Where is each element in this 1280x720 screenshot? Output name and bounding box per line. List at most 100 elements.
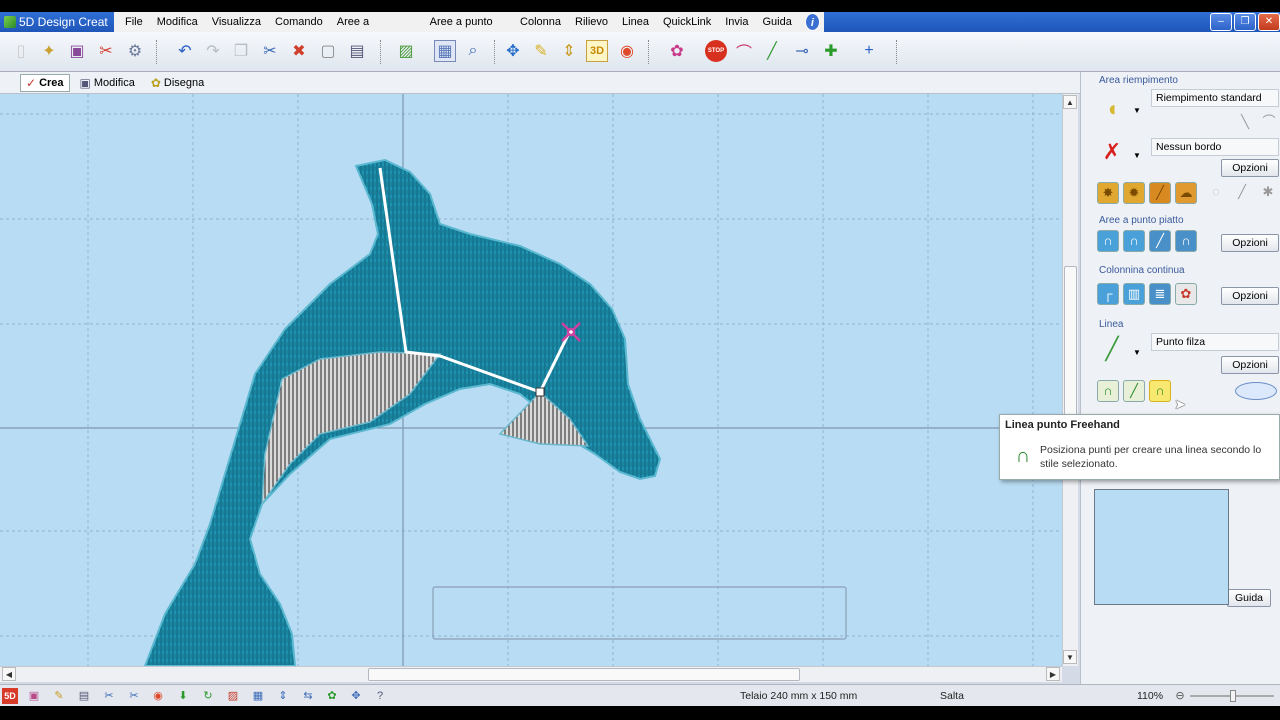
status-help-icon[interactable]: ? xyxy=(372,688,388,704)
shape-icon[interactable]: ▢ xyxy=(317,40,339,62)
status-tool-4-icon[interactable]: ✂ xyxy=(101,688,117,704)
tab-crea[interactable]: ✓ Crea xyxy=(20,73,70,92)
curve-icon[interactable]: ⌒ xyxy=(1258,112,1280,134)
menu-aree-riempimento[interactable]: Aree a riempimento xyxy=(330,12,423,48)
status-tool-13-icon[interactable]: ✿ xyxy=(324,688,340,704)
column-tool-3-icon[interactable]: ≣ xyxy=(1149,283,1171,305)
line-tool-2-icon[interactable]: ╱ xyxy=(1123,380,1145,402)
fill-tool-2-icon[interactable]: ✹ xyxy=(1123,182,1145,204)
tab-disegna[interactable]: ✿ Disegna xyxy=(145,74,210,92)
maximize-button[interactable]: ❐ xyxy=(1234,13,1256,31)
status-tool-1-icon[interactable]: ▣ xyxy=(26,688,42,704)
status-tool-5-icon[interactable]: ✂ xyxy=(126,688,142,704)
scroll-up-arrow-icon[interactable]: ▲ xyxy=(1063,95,1077,109)
tab-modifica[interactable]: ▣ Modifica xyxy=(74,74,141,92)
ellipse-tool-icon[interactable] xyxy=(1235,382,1277,400)
menu-guida[interactable]: Guida xyxy=(756,12,799,32)
help-info-icon[interactable]: i xyxy=(804,13,820,31)
menu-quicklink[interactable]: QuickLink xyxy=(656,12,718,32)
3d-icon[interactable]: 3D xyxy=(586,40,608,62)
fill-dropdown-arrow-icon[interactable]: ▼ xyxy=(1133,106,1141,115)
design-canvas[interactable] xyxy=(0,94,1062,666)
column-tool-2-icon[interactable]: ▥ xyxy=(1123,283,1145,305)
line-options-button[interactable]: Opzioni xyxy=(1221,356,1279,374)
copy-icon[interactable]: ❐ xyxy=(230,40,252,62)
fill-tool-5-icon[interactable]: ◌ xyxy=(1205,182,1227,204)
fill-tool-3-icon[interactable]: ╱ xyxy=(1149,182,1171,204)
scroll-down-arrow-icon[interactable]: ▼ xyxy=(1063,650,1077,664)
column-tool-1-icon[interactable]: ┌ xyxy=(1097,283,1119,305)
scroll-left-arrow-icon[interactable]: ◀ xyxy=(2,667,16,681)
menu-invia[interactable]: Invia xyxy=(718,12,755,32)
stop-icon[interactable]: STOP xyxy=(705,40,727,62)
status-tool-12-icon[interactable]: ⇆ xyxy=(300,688,316,704)
grid-icon[interactable]: ▦ xyxy=(434,40,456,62)
status-tool-2-icon[interactable]: ✎ xyxy=(51,688,67,704)
border-dropdown-arrow-icon[interactable]: ▼ xyxy=(1133,151,1141,160)
line-tool-1-icon[interactable]: ∩ xyxy=(1097,380,1119,402)
line-type-icon[interactable]: ╱ xyxy=(1095,334,1129,364)
pencil-icon[interactable]: ✎ xyxy=(530,40,552,62)
save-icon[interactable]: ▣ xyxy=(66,40,88,62)
status-tool-10-icon[interactable]: ▦ xyxy=(250,688,266,704)
image-icon[interactable]: ▨ xyxy=(395,40,417,62)
fill-tool-4-icon[interactable]: ☁ xyxy=(1175,182,1197,204)
menu-comando[interactable]: Comando xyxy=(268,12,330,32)
app-badge-icon[interactable]: 5D xyxy=(2,688,18,704)
settings-icon[interactable]: ⚙ xyxy=(124,40,146,62)
status-tool-8-icon[interactable]: ↻ xyxy=(200,688,216,704)
menu-colonna[interactable]: Colonna xyxy=(513,12,568,32)
status-tool-3-icon[interactable]: ▤ xyxy=(76,688,92,704)
status-tool-11-icon[interactable]: ⇕ xyxy=(275,688,291,704)
scroll-right-arrow-icon[interactable]: ▶ xyxy=(1046,667,1060,681)
zoom-icon[interactable]: ⌕ xyxy=(462,40,484,62)
status-tool-14-icon[interactable]: ✥ xyxy=(348,688,364,704)
measure-icon[interactable]: ⊸ xyxy=(791,40,813,62)
satin-options-button[interactable]: Opzioni xyxy=(1221,234,1279,252)
menu-visualizza[interactable]: Visualizza xyxy=(205,12,268,32)
line-icon[interactable]: ╱ xyxy=(761,40,783,62)
scissors-icon[interactable]: ✂ xyxy=(259,40,281,62)
crosshair-icon[interactable]: ✚ xyxy=(820,40,842,62)
zoom-slider-thumb[interactable] xyxy=(1230,690,1236,702)
resize-icon[interactable]: ⇕ xyxy=(558,40,580,62)
line-type-field[interactable]: Punto filza xyxy=(1151,333,1279,351)
freehand-line-tool-icon[interactable]: ∩ xyxy=(1149,380,1171,402)
fill-type-icon[interactable]: ◖ xyxy=(1095,94,1129,124)
menu-rilievo[interactable]: Rilievo xyxy=(568,12,615,32)
color-wheel-icon[interactable]: ◉ xyxy=(616,40,638,62)
arc-icon[interactable]: ⌒ xyxy=(733,40,755,62)
help-button[interactable]: Guida xyxy=(1227,589,1271,607)
status-tool-9-icon[interactable]: ▨ xyxy=(225,688,241,704)
status-tool-6-icon[interactable]: ◉ xyxy=(150,688,166,704)
vertical-scrollbar[interactable]: ▲ ▼ xyxy=(1062,94,1078,666)
fill-type-field[interactable]: Riempimento standard xyxy=(1151,89,1279,107)
satin-tool-2-icon[interactable]: ∩ xyxy=(1123,230,1145,252)
delete-icon[interactable]: ✖ xyxy=(288,40,310,62)
fill-options-button[interactable]: Opzioni xyxy=(1221,159,1279,177)
line-dropdown-arrow-icon[interactable]: ▼ xyxy=(1133,348,1141,357)
move-icon[interactable]: ✥ xyxy=(502,40,524,62)
menu-file[interactable]: File xyxy=(118,12,150,32)
table-icon[interactable]: ▤ xyxy=(346,40,368,62)
no-border-icon[interactable]: ✗ xyxy=(1095,137,1129,167)
fill-tool-6-icon[interactable]: ╱ xyxy=(1231,182,1253,204)
zoom-out-icon[interactable]: ⊖ xyxy=(1172,688,1188,704)
menu-linea[interactable]: Linea xyxy=(615,12,656,32)
open-folder-icon[interactable]: ✦ xyxy=(38,40,60,62)
needle-icon[interactable]: ╲ xyxy=(1234,112,1256,134)
undo-icon[interactable]: ↶ xyxy=(174,40,196,62)
horizontal-scroll-thumb[interactable] xyxy=(368,668,800,681)
close-button[interactable]: ✕ xyxy=(1258,13,1280,31)
satin-tool-3-icon[interactable]: ╱ xyxy=(1149,230,1171,252)
fill-tool-7-icon[interactable]: ✱ xyxy=(1257,182,1279,204)
zoom-slider[interactable] xyxy=(1190,690,1274,702)
plus-icon[interactable]: + xyxy=(858,40,880,62)
menu-aree-punto-piatto[interactable]: Aree a punto piatto xyxy=(423,12,513,48)
status-tool-7-icon[interactable]: ⬇ xyxy=(175,688,191,704)
satin-tool-4-icon[interactable]: ∩ xyxy=(1175,230,1197,252)
column-tool-4-icon[interactable]: ✿ xyxy=(1175,283,1197,305)
satin-tool-1-icon[interactable]: ∩ xyxy=(1097,230,1119,252)
fill-tool-1-icon[interactable]: ✸ xyxy=(1097,182,1119,204)
minimize-button[interactable]: – xyxy=(1210,13,1232,31)
